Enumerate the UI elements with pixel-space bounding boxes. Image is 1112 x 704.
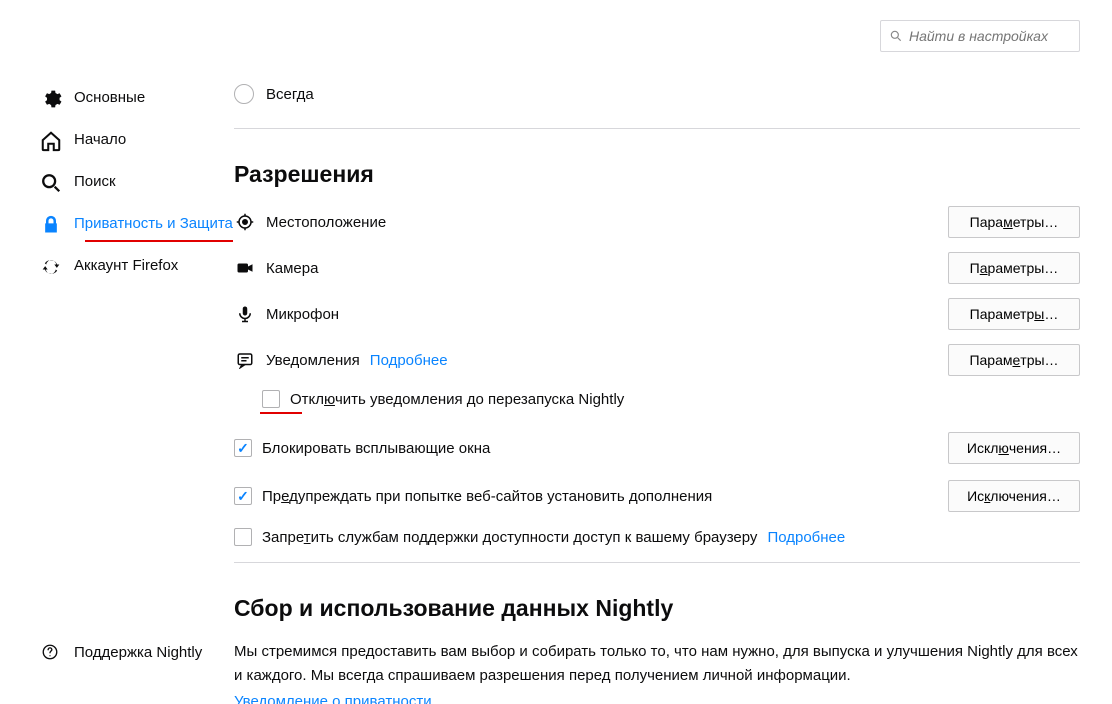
sidebar-item-account[interactable]: Аккаунт Firefox bbox=[40, 246, 234, 288]
support-link[interactable]: Поддержка Nightly bbox=[40, 642, 202, 662]
sidebar-item-search[interactable]: Поиск bbox=[40, 162, 234, 204]
addons-exceptions-button[interactable]: Исключения… bbox=[948, 480, 1080, 512]
block-a11y-row: Запретить службам поддержки доступности … bbox=[234, 528, 1080, 546]
search-input[interactable] bbox=[909, 28, 1071, 44]
search-box[interactable] bbox=[880, 20, 1080, 52]
section-title-permissions: Разрешения bbox=[234, 161, 1080, 188]
warn-addons-label: Предупреждать при попытке веб-сайтов уст… bbox=[262, 488, 712, 505]
permission-notifications: Уведомления Подробнее Параметры… bbox=[234, 344, 1080, 376]
sidebar-item-label: Аккаунт Firefox bbox=[74, 256, 178, 276]
permission-microphone: Микрофон Параметры… bbox=[234, 298, 1080, 330]
highlight-underline bbox=[260, 412, 302, 414]
permission-camera: Камера Параметры… bbox=[234, 252, 1080, 284]
home-icon bbox=[40, 130, 62, 152]
permission-label: Камера bbox=[266, 260, 318, 277]
section-divider bbox=[234, 562, 1080, 563]
notifications-settings-button[interactable]: Параметры… bbox=[948, 344, 1080, 376]
main-content: Всегда Разрешения Местоположение Парамет… bbox=[234, 0, 1112, 704]
datacollection-description: Мы стремимся предоставить вам выбор и со… bbox=[234, 640, 1080, 688]
location-settings-button[interactable]: Параметры… bbox=[948, 206, 1080, 238]
block-popups-checkbox[interactable] bbox=[234, 439, 252, 457]
notifications-learn-more-link[interactable]: Подробнее bbox=[370, 352, 448, 369]
sync-icon bbox=[40, 256, 62, 278]
warn-addons-checkbox[interactable] bbox=[234, 487, 252, 505]
sidebar-item-label: Основные bbox=[74, 88, 145, 108]
search-icon bbox=[889, 29, 903, 43]
sidebar-item-privacy[interactable]: Приватность и Защита bbox=[40, 204, 234, 246]
popups-exceptions-button[interactable]: Исключения… bbox=[948, 432, 1080, 464]
active-underline bbox=[85, 240, 233, 242]
radio-icon[interactable] bbox=[234, 84, 254, 104]
lock-icon bbox=[40, 214, 62, 236]
sidebar-item-general[interactable]: Основные bbox=[40, 78, 234, 120]
permission-label: Уведомления bbox=[266, 352, 360, 369]
block-popups-label: Блокировать всплывающие окна bbox=[262, 440, 490, 457]
radio-label: Всегда bbox=[266, 86, 314, 103]
sidebar-item-label: Поиск bbox=[74, 172, 116, 192]
sidebar-item-home[interactable]: Начало bbox=[40, 120, 234, 162]
sidebar: Основные Начало Поиск Приватность и Защи… bbox=[0, 0, 234, 704]
notifications-icon bbox=[234, 349, 256, 371]
camera-icon bbox=[234, 257, 256, 279]
support-label: Поддержка Nightly bbox=[74, 644, 202, 661]
warn-addons-row: Предупреждать при попытке веб-сайтов уст… bbox=[234, 480, 1080, 512]
pause-notifications-checkbox[interactable] bbox=[262, 390, 280, 408]
a11y-learn-more-link[interactable]: Подробнее bbox=[767, 529, 845, 546]
pause-notifications-label: Отключить уведомления до перезапуска Nig… bbox=[290, 391, 624, 408]
block-a11y-label: Запретить службам поддержки доступности … bbox=[262, 529, 757, 546]
help-icon bbox=[40, 642, 60, 662]
sidebar-item-label: Приватность и Защита bbox=[74, 214, 233, 234]
permission-location: Местоположение Параметры… bbox=[234, 206, 1080, 238]
pause-notifications-row: Отключить уведомления до перезапуска Nig… bbox=[262, 390, 1080, 408]
search-icon bbox=[40, 172, 62, 194]
microphone-icon bbox=[234, 303, 256, 325]
block-popups-row: Блокировать всплывающие окна Исключения… bbox=[234, 432, 1080, 464]
sidebar-item-label: Начало bbox=[74, 130, 126, 150]
section-title-datacollection: Сбор и использование данных Nightly bbox=[234, 595, 1080, 622]
radio-always[interactable]: Всегда bbox=[234, 80, 1080, 129]
gear-icon bbox=[40, 88, 62, 110]
permission-label: Местоположение bbox=[266, 214, 386, 231]
camera-settings-button[interactable]: Параметры… bbox=[948, 252, 1080, 284]
block-a11y-checkbox[interactable] bbox=[234, 528, 252, 546]
privacy-notice-link[interactable]: Уведомление о приватности bbox=[234, 693, 432, 704]
microphone-settings-button[interactable]: Параметры… bbox=[948, 298, 1080, 330]
location-icon bbox=[234, 211, 256, 233]
permission-label: Микрофон bbox=[266, 306, 339, 323]
